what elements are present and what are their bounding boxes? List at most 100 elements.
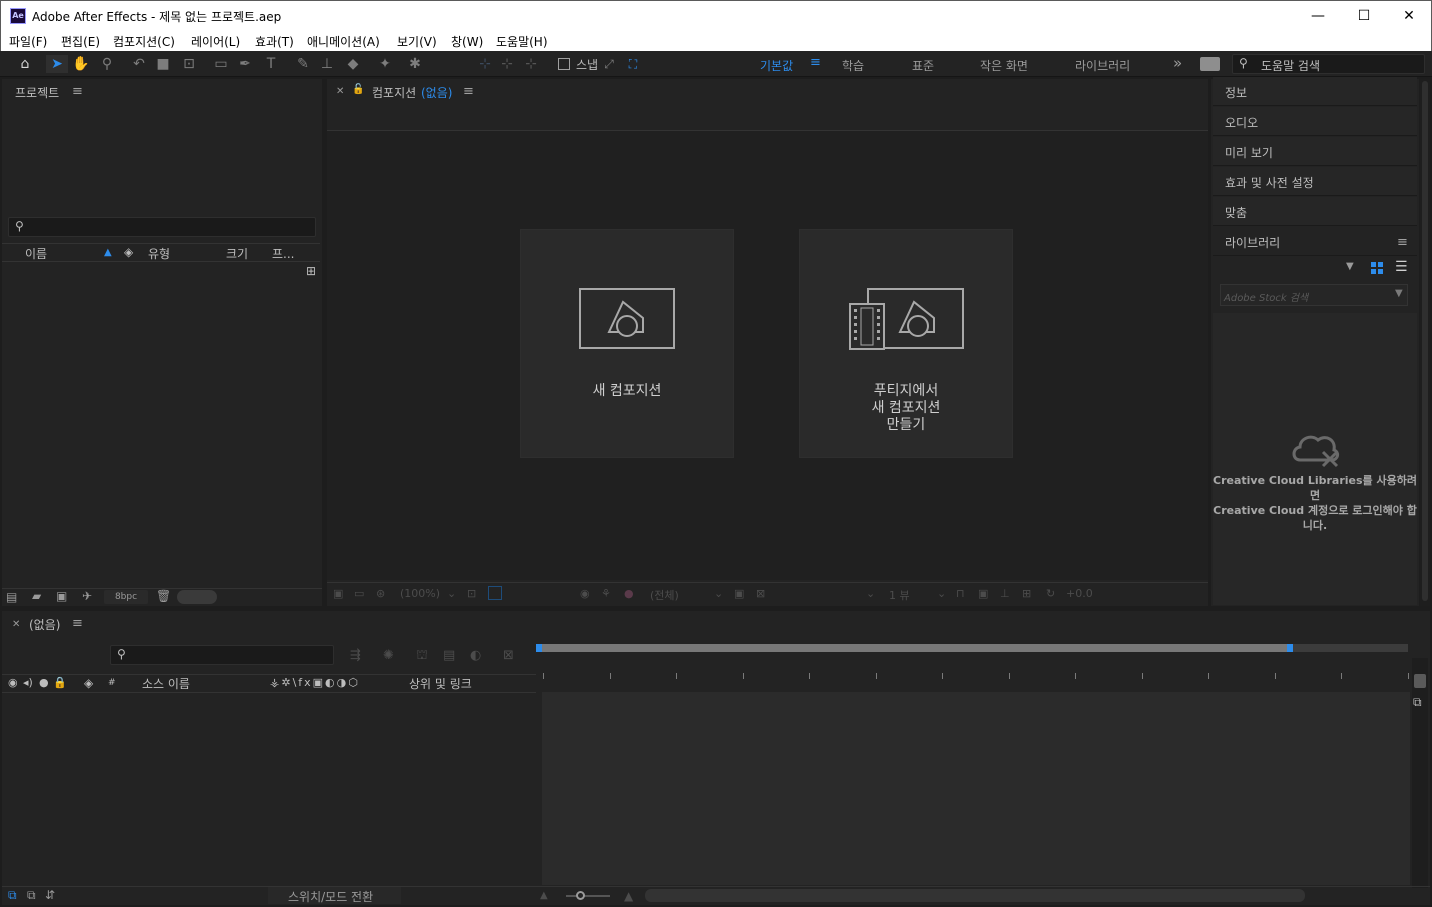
minimize-button[interactable]: — bbox=[1295, 1, 1341, 31]
audio-panel-header[interactable]: 오디오 bbox=[1213, 107, 1417, 136]
libraries-panel-header[interactable]: 라이브러리 bbox=[1213, 227, 1417, 256]
sync-settings-icon[interactable] bbox=[1200, 57, 1220, 71]
project-scrollbar[interactable] bbox=[177, 590, 217, 604]
timeline-menu-icon[interactable]: ≡ bbox=[72, 616, 83, 631]
color-channels-icon[interactable]: ● bbox=[624, 587, 634, 600]
library-dropdown[interactable]: ▼ bbox=[1220, 259, 1362, 279]
snap-options-icon[interactable]: ⤢ bbox=[600, 55, 618, 73]
timeline-horizontal-scrollbar[interactable] bbox=[645, 889, 1305, 902]
grid-icon[interactable] bbox=[488, 586, 502, 600]
exposure-value[interactable]: +0.0 bbox=[1066, 587, 1093, 600]
new-composition-card[interactable]: 새 컴포지션 bbox=[520, 229, 734, 458]
reset-exposure-icon[interactable]: ↻ bbox=[1046, 587, 1055, 600]
layer-switches-icon[interactable]: ⧉ bbox=[8, 888, 17, 903]
help-search-box[interactable]: ⚲ 도움말 검색 bbox=[1232, 54, 1425, 74]
workspace-libraries[interactable]: 라이브러리 bbox=[1075, 57, 1130, 74]
workspace-learn[interactable]: 학습 bbox=[842, 57, 864, 74]
frame-blending-icon[interactable]: ▤ bbox=[443, 648, 455, 663]
brush-tool-icon[interactable]: ✎ bbox=[294, 55, 312, 73]
workspace-small-screen[interactable]: 작은 화면 bbox=[980, 57, 1028, 74]
workspace-default[interactable]: 기본값 bbox=[760, 57, 793, 74]
new-composition-icon[interactable]: ▣ bbox=[56, 589, 67, 603]
timeline-icon[interactable]: ⊥ bbox=[1000, 587, 1010, 600]
sort-ascending-icon[interactable]: ▲ bbox=[104, 247, 112, 258]
effects-presets-panel-header[interactable]: 효과 및 사전 설정 bbox=[1213, 167, 1417, 196]
rotate-tool-icon[interactable]: ↶ bbox=[130, 55, 148, 73]
view-layout-dropdown[interactable]: 1 뷰 bbox=[889, 587, 910, 603]
flowchart-icon[interactable]: ⊞ bbox=[306, 264, 316, 278]
chevron-down-icon[interactable]: ⌄ bbox=[866, 587, 875, 600]
bit-depth-button[interactable]: 8bpc bbox=[104, 590, 148, 604]
toggle-switches-modes-button[interactable]: 스위치/모드 전환 bbox=[268, 887, 401, 904]
lock-icon[interactable]: 🔓 bbox=[352, 84, 364, 95]
puppet-tool-icon[interactable]: ✱ bbox=[406, 55, 424, 73]
work-area-bar[interactable] bbox=[541, 644, 1289, 652]
chevron-down-icon[interactable]: ⌄ bbox=[937, 587, 946, 600]
hand-tool-icon[interactable]: ✋ bbox=[72, 55, 90, 73]
home-icon[interactable]: ⌂ bbox=[16, 55, 34, 73]
selection-tool-icon[interactable]: ➤ bbox=[46, 55, 68, 73]
clone-stamp-tool-icon[interactable]: ⊥ bbox=[318, 55, 336, 73]
flowchart-icon[interactable]: ⊞ bbox=[1022, 587, 1031, 600]
menu-composition[interactable]: 컴포지션(C) bbox=[113, 33, 175, 50]
fast-previews-icon[interactable]: ▣ bbox=[978, 587, 988, 600]
chevron-down-icon[interactable]: ⌄ bbox=[447, 587, 456, 600]
close-tab-icon[interactable]: ✕ bbox=[336, 86, 344, 97]
resolution-dropdown[interactable]: (전체) bbox=[650, 587, 679, 603]
hide-shy-layers-icon[interactable]: ⛫ bbox=[416, 648, 428, 665]
show-snapshot-icon[interactable]: ⚘ bbox=[601, 587, 611, 600]
timeline-vertical-scrollbar[interactable] bbox=[1412, 658, 1428, 888]
toggle-pixel-aspect-icon[interactable]: ⊓ bbox=[956, 587, 965, 600]
adobe-stock-search[interactable]: Adobe Stock 검색 ▼ bbox=[1220, 284, 1408, 306]
mask-icon[interactable]: ⊛ bbox=[376, 587, 385, 600]
workspace-menu-icon[interactable]: ≡ bbox=[810, 55, 821, 70]
source-name-column[interactable]: 소스 이름 bbox=[142, 675, 190, 692]
transfer-controls-icon[interactable]: ⧉ bbox=[27, 888, 36, 903]
type-tool-icon[interactable]: T bbox=[262, 55, 280, 73]
eye-icon[interactable]: ◉ bbox=[8, 676, 18, 689]
pen-tool-icon[interactable]: ✒ bbox=[236, 55, 254, 73]
switches-column-icons[interactable]: ⚶✲\fx▣◐◑⬡ bbox=[270, 676, 360, 689]
new-folder-icon[interactable]: ▰ bbox=[32, 589, 41, 603]
column-frame-rate[interactable]: 프... bbox=[272, 245, 294, 262]
project-menu-icon[interactable]: ≡ bbox=[72, 84, 83, 99]
menu-edit[interactable]: 편집(E) bbox=[61, 33, 100, 50]
comp-button-icon[interactable]: ⧉ bbox=[1413, 695, 1422, 710]
audio-icon[interactable]: ◂) bbox=[23, 676, 33, 689]
menu-layer[interactable]: 레이어(L) bbox=[191, 33, 240, 50]
roto-brush-tool-icon[interactable]: ✦ bbox=[376, 55, 394, 73]
list-view-icon[interactable]: ☰ bbox=[1395, 259, 1408, 275]
zoom-slider[interactable] bbox=[566, 895, 610, 897]
zoom-slider-handle[interactable] bbox=[576, 891, 585, 900]
menu-file[interactable]: 파일(F) bbox=[9, 33, 47, 50]
parent-link-column[interactable]: 상위 및 링크 bbox=[409, 675, 472, 692]
zoom-dropdown[interactable]: (100%) bbox=[400, 587, 440, 600]
work-area-start-handle[interactable] bbox=[536, 644, 542, 652]
comp-marker-bin-icon[interactable] bbox=[1414, 674, 1426, 688]
snap-checkbox[interactable] bbox=[558, 58, 570, 70]
menu-animation[interactable]: 애니메이션(A) bbox=[307, 33, 380, 50]
composition-menu-icon[interactable]: ≡ bbox=[463, 84, 474, 99]
label-tag-icon[interactable]: ◈ bbox=[124, 245, 133, 259]
world-axis-icon[interactable]: ⊹ bbox=[498, 55, 516, 73]
pan-behind-tool-icon[interactable]: ⊡ bbox=[180, 55, 198, 73]
zoom-out-icon[interactable]: ▲ bbox=[540, 890, 548, 901]
preview-panel-header[interactable]: 미리 보기 bbox=[1213, 137, 1417, 166]
view-axis-icon[interactable]: ⊹ bbox=[522, 55, 540, 73]
menu-window[interactable]: 창(W) bbox=[451, 33, 483, 50]
graph-editor-icon[interactable]: ⊠ bbox=[503, 648, 514, 663]
project-search-input[interactable]: ⚲ bbox=[8, 217, 316, 237]
zoom-tool-icon[interactable]: ⚲ bbox=[98, 55, 116, 73]
trash-icon[interactable]: 🗑 bbox=[156, 589, 171, 603]
close-tab-icon[interactable]: ✕ bbox=[12, 619, 20, 630]
interpret-footage-icon[interactable]: ▤ bbox=[6, 590, 17, 604]
menu-view[interactable]: 보기(V) bbox=[397, 33, 437, 50]
menu-help[interactable]: 도움말(H) bbox=[496, 33, 548, 50]
snap-target-icon[interactable]: ⛶ bbox=[624, 55, 642, 73]
zoom-in-icon[interactable]: ▲ bbox=[624, 889, 633, 903]
close-window-button[interactable]: ✕ bbox=[1386, 1, 1432, 31]
maximize-button[interactable]: ☐ bbox=[1341, 1, 1387, 31]
workspace-overflow-icon[interactable]: » bbox=[1173, 54, 1182, 72]
adjust-project-settings-icon[interactable]: ✈ bbox=[82, 589, 92, 603]
column-size[interactable]: 크기 bbox=[226, 245, 248, 262]
